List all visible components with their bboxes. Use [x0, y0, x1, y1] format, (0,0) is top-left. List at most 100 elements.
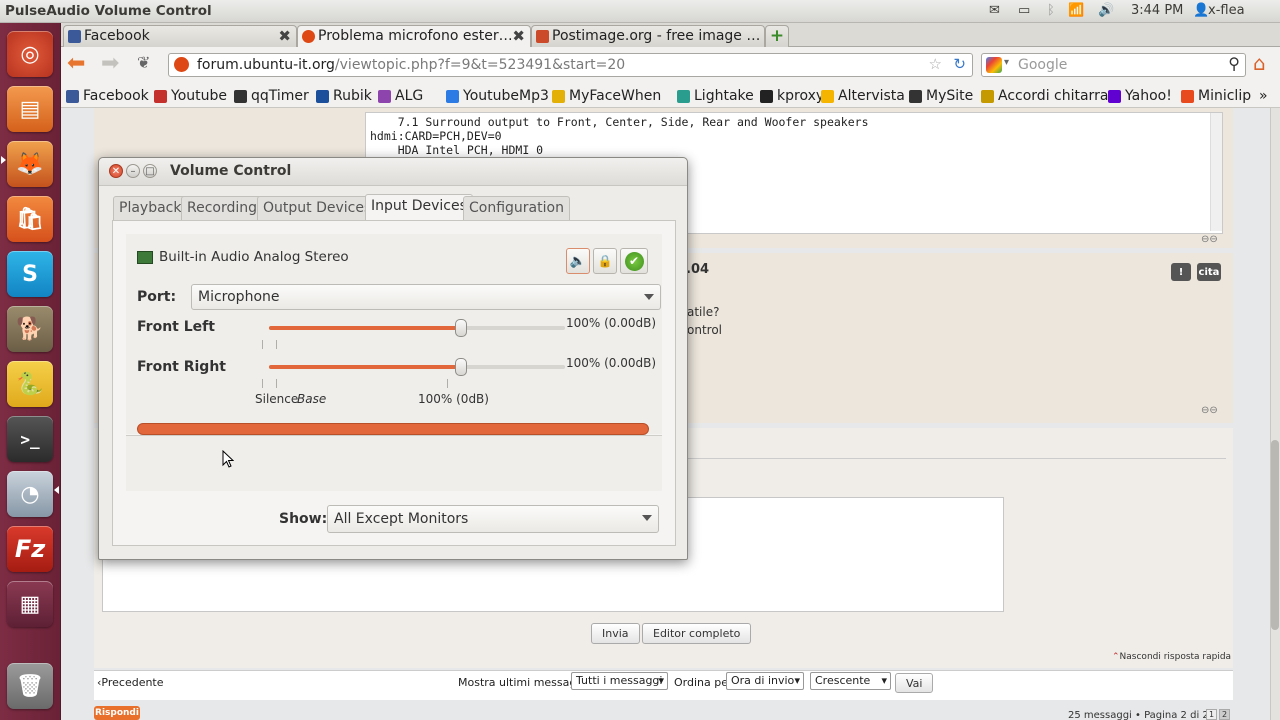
clock[interactable]: 3:44 PM	[1131, 3, 1183, 18]
new-tab-button[interactable]: +	[765, 25, 789, 47]
previous-link[interactable]: ‹Precedente	[97, 676, 164, 689]
gimp-icon[interactable]: 🐕	[7, 306, 53, 352]
peak-level-meter	[137, 423, 649, 435]
ubuntu-dash-icon[interactable]: ◎	[7, 31, 53, 77]
reply-label: Rispondi	[95, 708, 139, 718]
bookmark-myfacewhen[interactable]: MyFaceWhen	[552, 88, 661, 104]
user-icon[interactable]: 👤	[1193, 3, 1209, 18]
bookmark-youtubemp3[interactable]: YoutubeMp3	[446, 88, 549, 104]
tab-postimage[interactable]: Postimage.org - free image …	[531, 25, 765, 47]
bookmark-miniclip[interactable]: Miniclip	[1181, 88, 1251, 104]
tab-output-devices[interactable]: Output Devices	[257, 196, 378, 220]
home-icon[interactable]: ⌂	[1253, 51, 1266, 75]
bluetooth-icon[interactable]: ᛒ	[1047, 3, 1055, 18]
reply-button[interactable]: Rispondi	[94, 706, 140, 720]
mute-button[interactable]: 🔈	[566, 248, 590, 274]
user-name[interactable]: x-flea	[1208, 3, 1245, 18]
wifi-icon[interactable]: 📶	[1068, 3, 1084, 18]
scale-silence-label: Silence	[255, 392, 299, 406]
show-dropdown[interactable]: All Except Monitors	[327, 505, 659, 533]
identity-icon[interactable]: ❦	[137, 53, 150, 72]
tab-label: Configuration	[469, 200, 564, 216]
terminal-icon[interactable]: >_	[7, 416, 53, 462]
pagination-text: 25 messaggi • Pagina 2 di 2 •	[1068, 710, 1218, 720]
forward-arrow-icon[interactable]: ➡	[101, 51, 119, 76]
google-engine-icon[interactable]	[986, 57, 1002, 73]
page-1-link[interactable]: 1	[1206, 709, 1217, 720]
page-scrollbar-thumb[interactable]	[1271, 440, 1279, 630]
bookmark-kproxy[interactable]: kproxy	[760, 88, 824, 104]
code-scrollbar[interactable]	[1210, 113, 1222, 231]
tab-facebook[interactable]: Facebook ✖	[63, 25, 297, 47]
reload-icon[interactable]: ↻	[953, 55, 966, 73]
workspace-switcher-icon[interactable]: ▦	[7, 581, 53, 627]
bookmark-star-icon[interactable]: ☆	[929, 55, 942, 73]
pavucontrol-icon[interactable]: ◔	[7, 471, 53, 517]
window-titlebar[interactable]: ✕ – □ Volume Control	[99, 158, 687, 186]
page-2-link[interactable]: 2	[1219, 709, 1230, 720]
go-button[interactable]: Vai	[895, 673, 934, 693]
quote-button[interactable]: cita	[1197, 263, 1221, 281]
url-domain: forum.ubuntu-it.org	[197, 57, 335, 73]
set-default-button[interactable]: ✔	[620, 248, 648, 274]
full-editor-button[interactable]: Editor completo	[642, 623, 752, 644]
slider-handle[interactable]	[455, 319, 468, 337]
tab-recording[interactable]: Recording	[181, 196, 264, 220]
bookmark-favicon-icon	[760, 90, 773, 103]
front-right-slider[interactable]	[269, 358, 565, 376]
search-field[interactable]: ▾ Google ⚲	[981, 53, 1246, 77]
close-window-icon[interactable]: ✕	[109, 164, 123, 178]
bookmarks-overflow-icon[interactable]: »	[1259, 88, 1268, 104]
bookmark-qqtimer[interactable]: qqTimer	[234, 88, 309, 104]
send-button[interactable]: Invia	[591, 623, 640, 644]
tab-configuration[interactable]: Configuration	[463, 196, 570, 220]
filezilla-icon[interactable]: Fz	[7, 526, 53, 572]
collapse-icons[interactable]: ⊖⊖	[1201, 234, 1218, 245]
mail-icon[interactable]: ✉	[989, 3, 1000, 18]
lock-channels-button[interactable]: 🔒	[593, 248, 617, 274]
bookmark-altervista[interactable]: Altervista	[821, 88, 905, 104]
files-icon[interactable]: ▤	[7, 86, 53, 132]
firefox-icon[interactable]: 🦊	[7, 141, 53, 187]
bookmark-yahoo-[interactable]: Yahoo!	[1108, 88, 1172, 104]
collapse-icons[interactable]: ⊖⊖	[1201, 405, 1218, 416]
bookmark-accordi-chitarra[interactable]: Accordi chitarra	[981, 88, 1108, 104]
close-tab-icon[interactable]: ✖	[512, 27, 525, 45]
python-icon[interactable]: 🐍	[7, 361, 53, 407]
close-tab-icon[interactable]: ✖	[278, 27, 291, 45]
bookmark-alg[interactable]: ALG	[378, 88, 423, 104]
bookmark-favicon-icon	[446, 90, 459, 103]
bookmark-facebook[interactable]: Facebook	[66, 88, 149, 104]
minimize-window-icon[interactable]: –	[126, 164, 140, 178]
tab-input-devices[interactable]: Input Devices	[365, 194, 473, 221]
report-button[interactable]: !	[1171, 263, 1191, 281]
bookmark-youtube[interactable]: Youtube	[154, 88, 227, 104]
back-arrow-icon[interactable]: ⬅	[67, 51, 85, 76]
skype-icon[interactable]: S	[7, 251, 53, 297]
maximize-window-icon[interactable]: □	[143, 164, 157, 178]
order-direction-select[interactable]: Crescente	[810, 672, 891, 690]
port-value: Microphone	[198, 289, 280, 305]
software-center-icon[interactable]: 🛍	[7, 196, 53, 242]
order-by-select[interactable]: Ora di invio	[726, 672, 804, 690]
checkmark-icon: ✔	[624, 251, 644, 271]
hide-quick-reply-link[interactable]: ⌃Nascondi risposta rapida	[1112, 652, 1231, 662]
slider-handle[interactable]	[455, 358, 468, 376]
engine-dropdown-icon[interactable]: ▾	[1004, 57, 1009, 68]
front-left-slider[interactable]	[269, 319, 565, 337]
bookmark-mysite[interactable]: MySite	[909, 88, 973, 104]
port-dropdown[interactable]: Microphone	[191, 284, 661, 310]
show-last-select[interactable]: Tutti i messaggi	[571, 672, 668, 690]
tab-label: Recording	[187, 200, 258, 216]
search-icon[interactable]: ⚲	[1228, 54, 1240, 73]
volume-icon[interactable]: 🔊	[1098, 3, 1114, 18]
tab-playback[interactable]: Playback	[113, 196, 188, 220]
trash-icon[interactable]: 🗑	[7, 663, 53, 709]
order-by-value: Ora di invio	[731, 674, 795, 687]
bookmark-lightake[interactable]: Lightake	[677, 88, 754, 104]
channel-label: Front Left	[137, 319, 215, 335]
url-bar[interactable]: forum.ubuntu-it.org/viewtopic.php?f=9&t=…	[168, 53, 973, 77]
bookmark-rubik[interactable]: Rubik	[316, 88, 372, 104]
tab-problema-microfono[interactable]: Problema microfono ester… ✖	[297, 25, 531, 47]
battery-icon[interactable]: ▭	[1018, 3, 1030, 18]
